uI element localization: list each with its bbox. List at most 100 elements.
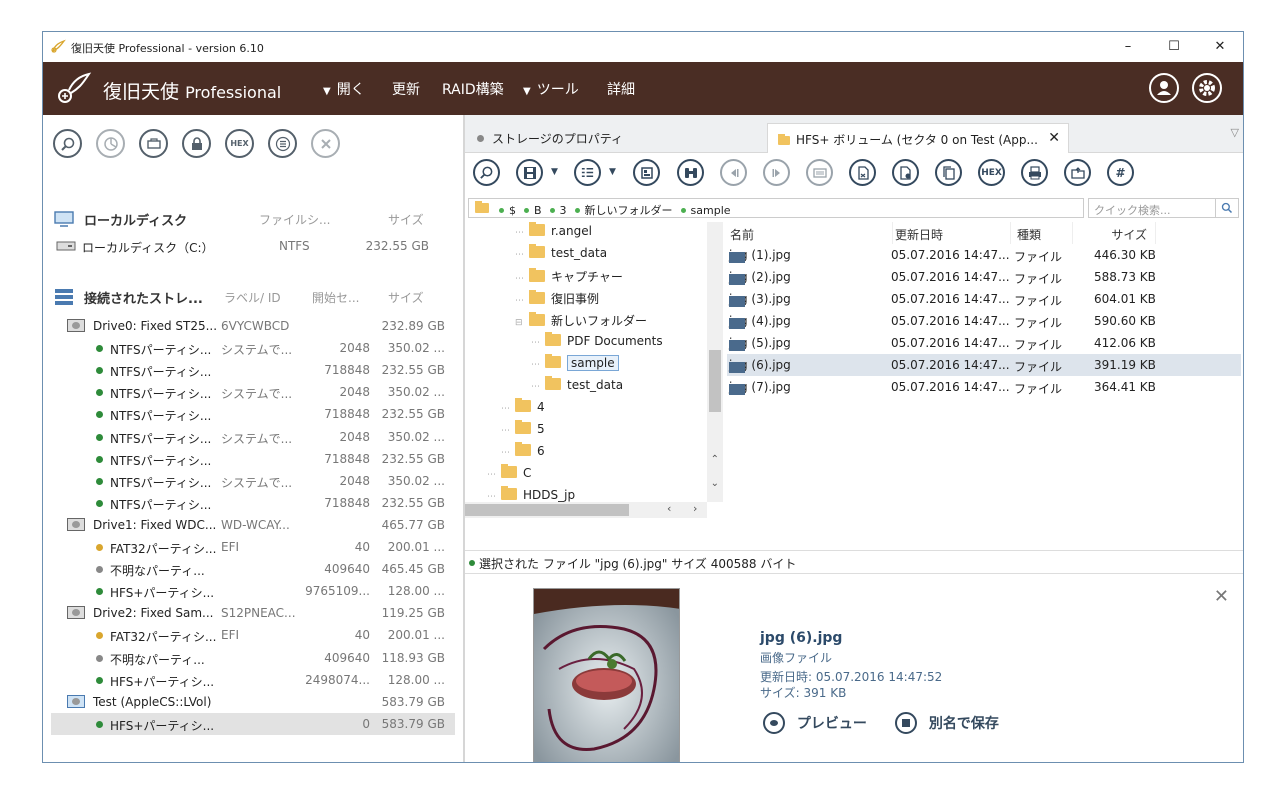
disk-row[interactable]: Drive0: Fixed ST25... 6VYCWBCD 232.89 GB: [51, 315, 455, 337]
tree-item[interactable]: ⋯ test_data: [531, 376, 623, 398]
search-button[interactable]: [473, 159, 500, 186]
breadcrumb[interactable]: $ B 3 新しいフォルダー sample: [468, 198, 1084, 218]
partition-row[interactable]: NTFSパーティシ... システムで... 2048 350.02 ...: [51, 337, 455, 359]
select-dropdown-icon[interactable]: ▼: [609, 167, 616, 177]
thumbnail-image[interactable]: [533, 588, 680, 762]
breadcrumb-item[interactable]: $: [509, 204, 516, 217]
tree-item[interactable]: ⋯ sample: [531, 354, 619, 376]
recover-button[interactable]: [892, 159, 919, 186]
tree-item[interactable]: ⊟ 新しいフォルダー: [515, 312, 647, 332]
tree-hscroll-thumb[interactable]: [465, 504, 629, 516]
scroll-down-icon[interactable]: ⌄: [711, 478, 719, 489]
close-button[interactable]: ✕: [1197, 32, 1243, 62]
file-row[interactable]: jpg (6).jpg 05.07.2016 14:47... ファイル 391.19…: [727, 354, 1241, 376]
menu-details[interactable]: 詳細: [607, 79, 635, 99]
file-row[interactable]: jpg (4).jpg 05.07.2016 14:47... ファイル 590.60…: [727, 310, 1241, 332]
partition-row[interactable]: 不明なパーティ... 409640 118.93 GB: [51, 647, 455, 669]
view-button[interactable]: [633, 159, 660, 186]
copy-button[interactable]: [935, 159, 962, 186]
breadcrumb-item[interactable]: 3: [560, 204, 567, 217]
local-drive-row[interactable]: ローカルディスク（C:） NTFS 232.55 GB: [54, 235, 458, 257]
settings-button[interactable]: [1192, 73, 1222, 103]
partition-row[interactable]: NTFSパーティシ... システムで... 2048 350.02 ...: [51, 426, 455, 448]
col-size[interactable]: サイズ: [1072, 222, 1156, 244]
partition-row[interactable]: NTFSパーティシ... 718848 232.55 GB: [51, 492, 455, 514]
lock-button[interactable]: [182, 129, 211, 158]
tree-item[interactable]: ⋯ r.angel: [515, 222, 592, 244]
tree-item[interactable]: ⋯ 復旧事例: [515, 290, 599, 310]
remove-button[interactable]: [311, 129, 340, 158]
prev-button[interactable]: [720, 159, 747, 186]
search-go-button[interactable]: [1215, 199, 1238, 217]
disk-row[interactable]: Drive2: Fixed Sam... S12PNEAC... 119.25 GB: [51, 602, 455, 624]
save-dropdown-icon[interactable]: ▼: [551, 167, 558, 177]
partition-row[interactable]: 不明なパーティ... 409640 465.45 GB: [51, 558, 455, 580]
tab-storage-properties[interactable]: ストレージのプロパティ: [477, 123, 623, 153]
print-button[interactable]: [1021, 159, 1048, 186]
partition-row[interactable]: NTFSパーティシ... 718848 232.55 GB: [51, 448, 455, 470]
partition-row[interactable]: NTFSパーティシ... システムで... 2048 350.02 ...: [51, 381, 455, 403]
scan-button[interactable]: [96, 129, 125, 158]
scroll-left-icon[interactable]: ‹: [667, 502, 671, 515]
file-row[interactable]: jpg (3).jpg 05.07.2016 14:47... ファイル 604.01…: [727, 288, 1241, 310]
col-start-sector[interactable]: 開始セ...: [312, 289, 359, 306]
partition-row[interactable]: FAT32パーティシ... EFI 40 200.01 ...: [51, 624, 455, 646]
menu-tools[interactable]: ▼ ツール: [523, 79, 579, 99]
col-size[interactable]: サイズ: [388, 211, 424, 228]
tree-item[interactable]: ⋯ PDF Documents: [531, 332, 663, 354]
partition-row[interactable]: HFS+パーティシ... 0 583.79 GB: [51, 712, 455, 735]
save-button[interactable]: [516, 159, 543, 186]
col-size[interactable]: サイズ: [388, 289, 424, 306]
menu-open[interactable]: ▼ 開く: [323, 79, 365, 99]
col-label-id[interactable]: ラベル/ ID: [224, 289, 281, 306]
select-button[interactable]: [574, 159, 601, 186]
partition-row[interactable]: HFS+パーティシ... 2498074... 128.00 ...: [51, 669, 455, 691]
breadcrumb-item[interactable]: 新しいフォルダー: [585, 204, 673, 217]
account-button[interactable]: [1149, 73, 1179, 103]
search-button[interactable]: [53, 129, 82, 158]
collapse-icon[interactable]: ⊟: [515, 318, 525, 328]
maximize-button[interactable]: ☐: [1151, 32, 1197, 62]
minimize-button[interactable]: –: [1105, 32, 1151, 62]
disk-row[interactable]: Test (AppleCS::LVol) 583.79 GB: [51, 691, 455, 713]
hex-button[interactable]: HEX: [225, 129, 254, 158]
save-as-button[interactable]: 別名で保存: [895, 712, 999, 736]
tree-item[interactable]: ⋯ test_data: [515, 244, 607, 266]
col-kind[interactable]: 種類: [1010, 222, 1072, 244]
tab-close-icon[interactable]: ✕: [1048, 130, 1060, 146]
tree-item[interactable]: ⋯ キャプチャー: [515, 268, 623, 288]
tree-item[interactable]: ⋯ 6: [501, 442, 545, 464]
preview-pane-button[interactable]: [806, 159, 833, 186]
partition-row[interactable]: FAT32パーティシ... EFI 40 200.01 ...: [51, 536, 455, 558]
hex-view-button[interactable]: HEX: [978, 159, 1005, 186]
col-filesystem[interactable]: ファイルシ...: [259, 211, 330, 228]
file-row[interactable]: jpg (5).jpg 05.07.2016 14:47... ファイル 412.06…: [727, 332, 1241, 354]
scroll-up-icon[interactable]: ⌃: [711, 454, 719, 465]
menu-refresh[interactable]: 更新: [392, 79, 420, 99]
extract-button[interactable]: [849, 159, 876, 186]
export-button[interactable]: [1064, 159, 1091, 186]
menu-raid[interactable]: RAID構築: [442, 79, 504, 99]
goto-sector-button[interactable]: #: [1107, 159, 1134, 186]
properties-button[interactable]: [268, 129, 297, 158]
tree-item[interactable]: ⋯ 5: [501, 420, 545, 442]
file-row[interactable]: jpg (2).jpg 05.07.2016 14:47... ファイル 588.73…: [727, 266, 1241, 288]
quick-search[interactable]: クイック検索...: [1088, 198, 1239, 218]
col-name[interactable]: 名前: [730, 222, 890, 244]
mount-image-button[interactable]: [139, 129, 168, 158]
partition-row[interactable]: NTFSパーティシ... システムで... 2048 350.02 ...: [51, 470, 455, 492]
partition-row[interactable]: NTFSパーティシ... 718848 232.55 GB: [51, 359, 455, 381]
quick-search-input[interactable]: クイック検索...: [1094, 202, 1171, 218]
breadcrumb-item[interactable]: sample: [691, 204, 731, 217]
preview-close-icon[interactable]: ✕: [1214, 586, 1229, 607]
breadcrumb-item[interactable]: B: [534, 204, 542, 217]
partition-row[interactable]: HFS+パーティシ... 9765109... 128.00 ...: [51, 580, 455, 602]
find-button[interactable]: [677, 159, 704, 186]
tree-scroll-thumb[interactable]: [709, 350, 721, 412]
tree-item[interactable]: ⋯ C: [487, 464, 531, 486]
partition-row[interactable]: NTFSパーティシ... 718848 232.55 GB: [51, 403, 455, 425]
next-button[interactable]: [763, 159, 790, 186]
preview-button[interactable]: プレビュー: [763, 712, 867, 736]
scroll-right-icon[interactable]: ›: [693, 502, 697, 515]
disk-row[interactable]: Drive1: Fixed WDC... WD-WCAY... 465.77 GB: [51, 514, 455, 536]
